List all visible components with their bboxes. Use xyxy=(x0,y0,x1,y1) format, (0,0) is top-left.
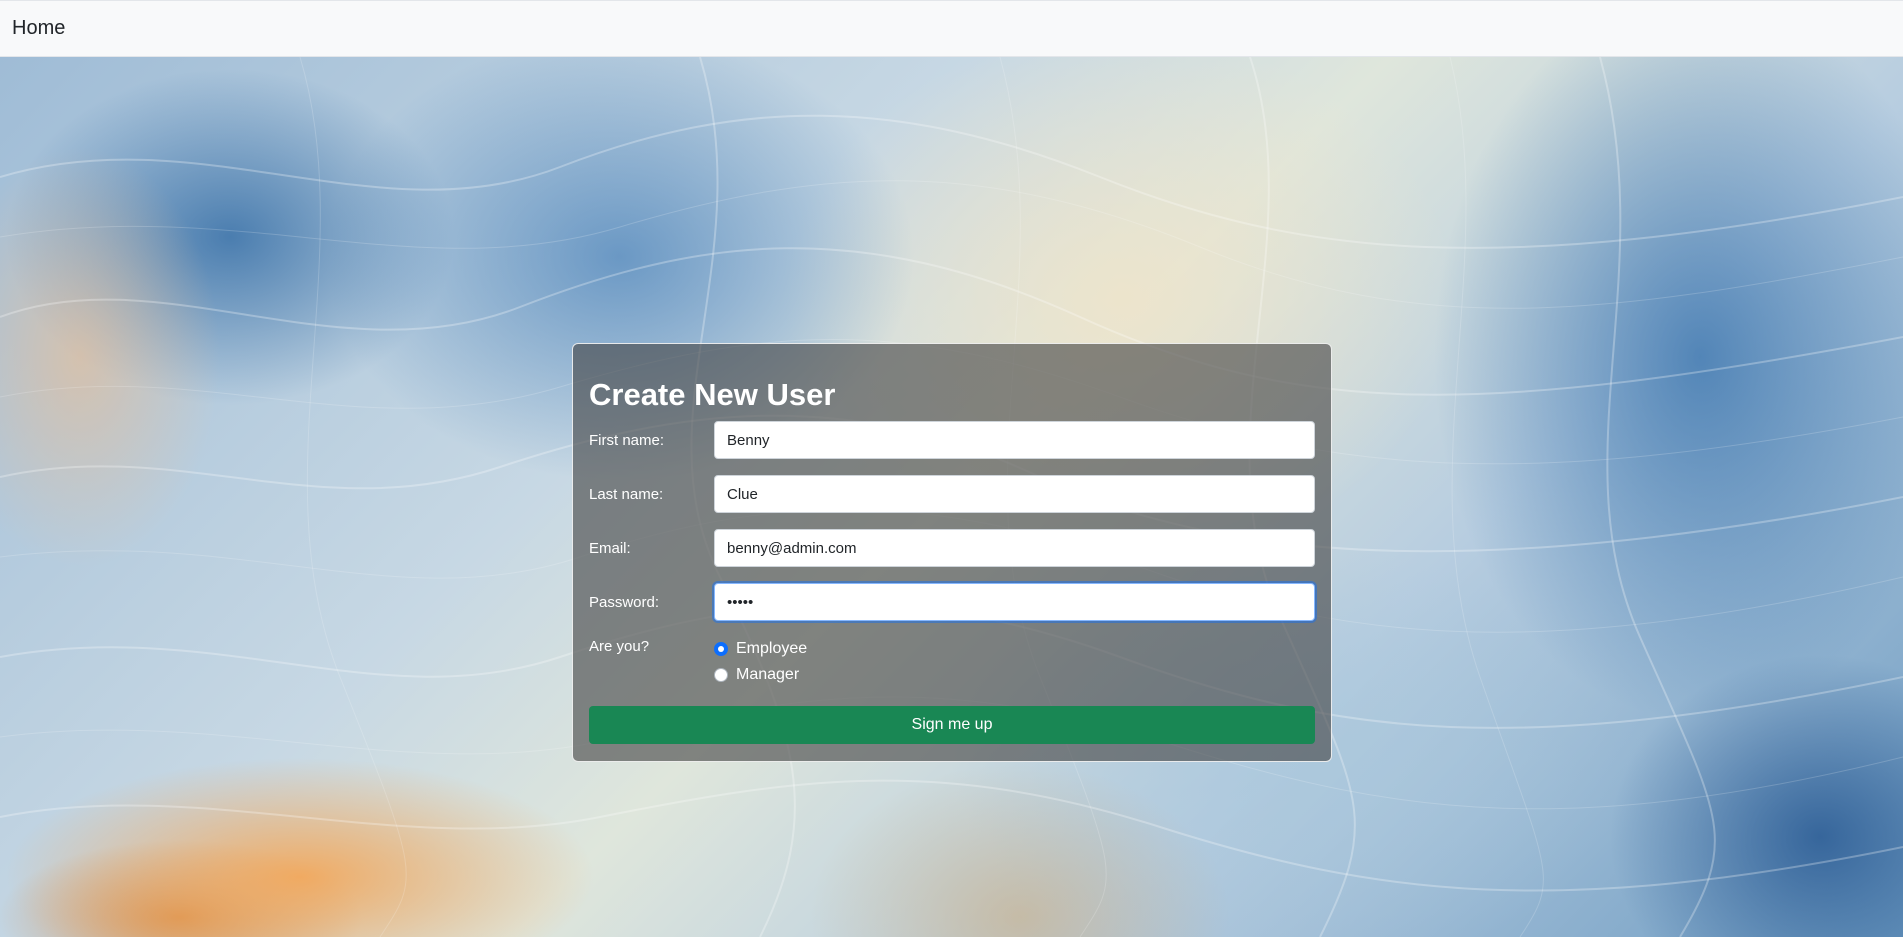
last-name-label: Last name: xyxy=(589,485,664,503)
navbar: Home xyxy=(0,0,1903,57)
email-input[interactable] xyxy=(714,529,1315,567)
email-label: Email: xyxy=(589,539,631,557)
role-option-employee[interactable]: Employee xyxy=(714,638,807,659)
employee-label: Employee xyxy=(736,639,808,657)
create-user-card: Create New User First name: Last name: E… xyxy=(572,343,1332,762)
password-label: Password: xyxy=(589,593,660,611)
manager-radio[interactable] xyxy=(714,667,728,682)
role-radio-group: Employee Manager xyxy=(714,638,807,685)
first-name-input[interactable] xyxy=(714,421,1315,459)
employee-radio[interactable] xyxy=(714,641,728,656)
role-option-manager[interactable]: Manager xyxy=(714,664,807,685)
last-name-input[interactable] xyxy=(714,475,1315,513)
email-row: Email: xyxy=(589,529,1315,567)
first-name-row: First name: xyxy=(589,421,1315,459)
role-row: Are you? Employee Manager xyxy=(589,638,1315,685)
sign-up-button[interactable]: Sign me up xyxy=(589,706,1315,744)
role-label: Are you? xyxy=(589,638,650,655)
password-input[interactable] xyxy=(714,583,1315,621)
first-name-label: First name: xyxy=(589,431,665,449)
manager-label: Manager xyxy=(736,665,800,683)
home-link[interactable]: Home xyxy=(12,17,65,40)
password-row: Password: xyxy=(589,583,1315,621)
form-title: Create New User xyxy=(589,377,836,412)
last-name-row: Last name: xyxy=(589,475,1315,513)
